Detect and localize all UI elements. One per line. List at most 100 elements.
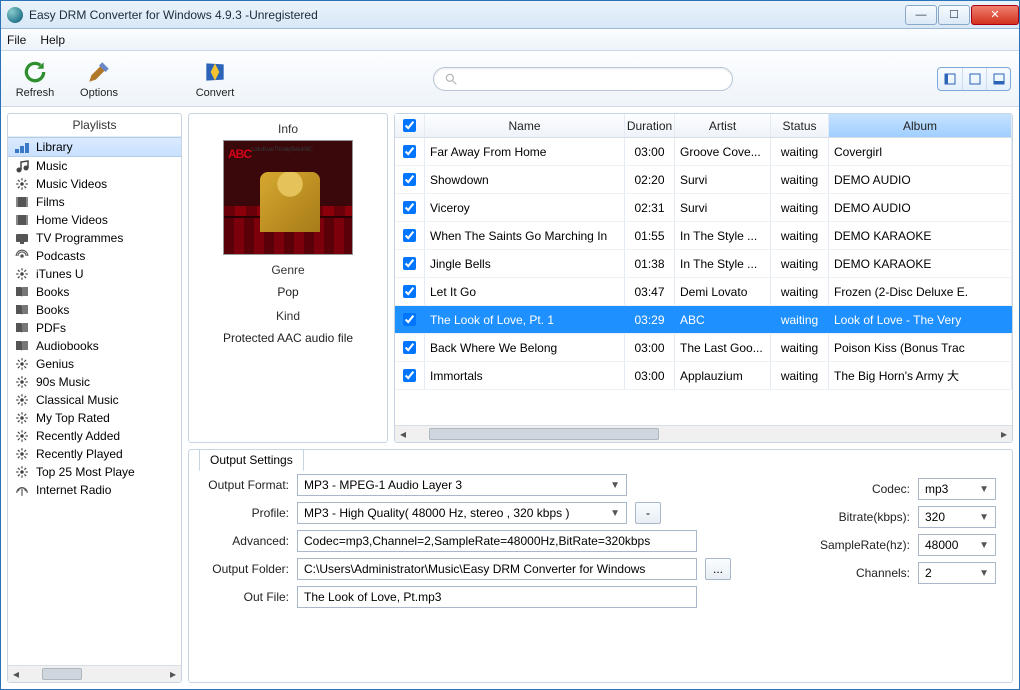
- cell-album: DEMO AUDIO: [829, 166, 1012, 193]
- select-all-checkbox[interactable]: [403, 119, 416, 132]
- menu-help[interactable]: Help: [40, 33, 65, 47]
- sidebar-item[interactable]: Podcasts: [8, 247, 181, 265]
- cell-artist: Groove Cove...: [675, 138, 771, 165]
- output-settings-group: Output Settings Output Format: MP3 - MPE…: [188, 449, 1013, 683]
- samplerate-select[interactable]: 48000▼: [918, 534, 996, 556]
- table-row[interactable]: Immortals03:00ApplauziumwaitingThe Big H…: [395, 362, 1012, 390]
- sidebar-item[interactable]: Home Videos: [8, 211, 181, 229]
- convert-button[interactable]: Convert: [189, 56, 241, 101]
- chevron-down-icon: ▼: [610, 480, 620, 491]
- advanced-input[interactable]: Codec=mp3,Channel=2,SampleRate=48000Hz,B…: [297, 530, 697, 552]
- cell-artist: Survi: [675, 194, 771, 221]
- browse-folder-button[interactable]: ...: [705, 558, 731, 580]
- table-row[interactable]: Showdown02:20SurviwaitingDEMO AUDIO: [395, 166, 1012, 194]
- table-row[interactable]: Viceroy02:31SurviwaitingDEMO AUDIO: [395, 194, 1012, 222]
- sidebar-item[interactable]: My Top Rated: [8, 409, 181, 427]
- column-header-artist[interactable]: Artist: [675, 114, 771, 137]
- options-button[interactable]: Options: [73, 56, 125, 101]
- column-header-checkbox[interactable]: [395, 114, 425, 137]
- row-checkbox[interactable]: [403, 173, 416, 186]
- library-icon: [14, 140, 30, 154]
- table-row[interactable]: The Look of Love, Pt. 103:29ABCwaitingLo…: [395, 306, 1012, 334]
- sidebar-item[interactable]: Books: [8, 301, 181, 319]
- convert-label: Convert: [196, 87, 235, 99]
- sidebar-item-label: Recently Played: [36, 447, 123, 461]
- body: Playlists LibraryMusicMusic VideosFilmsH…: [1, 107, 1019, 689]
- minimize-button[interactable]: —: [905, 5, 937, 25]
- sidebar-item[interactable]: Genius: [8, 355, 181, 373]
- sidebar-item[interactable]: Music: [8, 157, 181, 175]
- sidebar-item[interactable]: Films: [8, 193, 181, 211]
- gear-icon: [14, 267, 30, 281]
- channels-select[interactable]: 2▼: [918, 562, 996, 584]
- row-checkbox[interactable]: [403, 257, 416, 270]
- column-header-name[interactable]: Name: [425, 114, 625, 137]
- search-input[interactable]: [433, 67, 733, 91]
- sidebar-item[interactable]: Music Videos: [8, 175, 181, 193]
- output-folder-input[interactable]: C:\Users\Administrator\Music\Easy DRM Co…: [297, 558, 697, 580]
- cell-duration: 02:20: [625, 166, 675, 193]
- output-settings-tab[interactable]: Output Settings: [199, 449, 304, 471]
- row-checkbox[interactable]: [403, 285, 416, 298]
- menu-file[interactable]: File: [7, 33, 26, 47]
- table-row[interactable]: Back Where We Belong03:00The Last Goo...…: [395, 334, 1012, 362]
- sidebar-item[interactable]: 90s Music: [8, 373, 181, 391]
- view-bottom-panel-button[interactable]: [986, 68, 1010, 90]
- profile-select[interactable]: MP3 - High Quality( 48000 Hz, stereo , 3…: [297, 502, 627, 524]
- sidebar-item[interactable]: PDFs: [8, 319, 181, 337]
- column-header-album[interactable]: Album: [829, 114, 1012, 137]
- output-format-select[interactable]: MP3 - MPEG-1 Audio Layer 3▼: [297, 474, 627, 496]
- sidebar-item[interactable]: Library: [8, 137, 181, 157]
- sidebar-item[interactable]: Internet Radio: [8, 481, 181, 499]
- close-button[interactable]: ✕: [971, 5, 1019, 25]
- output-folder-label: Output Folder:: [201, 562, 297, 576]
- cell-album: The Big Horn's Army 大: [829, 362, 1012, 389]
- sidebar-item[interactable]: Books: [8, 283, 181, 301]
- sidebar-item[interactable]: TV Programmes: [8, 229, 181, 247]
- row-checkbox[interactable]: [403, 341, 416, 354]
- table-row[interactable]: When The Saints Go Marching In01:55In Th…: [395, 222, 1012, 250]
- cell-artist: Demi Lovato: [675, 278, 771, 305]
- cell-artist: ABC: [675, 306, 771, 333]
- sidebar-item[interactable]: Top 25 Most Playe: [8, 463, 181, 481]
- podcast-icon: [14, 249, 30, 263]
- view-center-button[interactable]: [962, 68, 986, 90]
- cell-duration: 03:00: [625, 138, 675, 165]
- sidebar-item[interactable]: Classical Music: [8, 391, 181, 409]
- sidebar-item[interactable]: Recently Added: [8, 427, 181, 445]
- cell-status: waiting: [771, 278, 829, 305]
- output-format-label: Output Format:: [201, 478, 297, 492]
- column-header-duration[interactable]: Duration: [625, 114, 675, 137]
- outfile-label: Out File:: [201, 590, 297, 604]
- maximize-button[interactable]: ☐: [938, 5, 970, 25]
- row-checkbox[interactable]: [403, 369, 416, 382]
- sidebar-item[interactable]: Recently Played: [8, 445, 181, 463]
- cell-artist: The Last Goo...: [675, 334, 771, 361]
- table-scrollbar[interactable]: ◂▸: [395, 425, 1012, 442]
- outfile-input[interactable]: The Look of Love, Pt.mp3: [297, 586, 697, 608]
- view-left-panel-button[interactable]: [938, 68, 962, 90]
- row-checkbox[interactable]: [403, 201, 416, 214]
- tv-icon: [14, 231, 30, 245]
- row-checkbox[interactable]: [403, 229, 416, 242]
- book-icon: [14, 303, 30, 317]
- sidebar-item[interactable]: Audiobooks: [8, 337, 181, 355]
- table-row[interactable]: Jingle Bells01:38In The Style ...waiting…: [395, 250, 1012, 278]
- table-row[interactable]: Far Away From Home03:00Groove Cove...wai…: [395, 138, 1012, 166]
- sidebar-item-label: Home Videos: [36, 213, 108, 227]
- table-row[interactable]: Let It Go03:47Demi LovatowaitingFrozen (…: [395, 278, 1012, 306]
- row-checkbox[interactable]: [403, 313, 416, 326]
- row-checkbox[interactable]: [403, 145, 416, 158]
- column-header-status[interactable]: Status: [771, 114, 829, 137]
- sidebar-scrollbar[interactable]: ◂▸: [8, 665, 181, 682]
- codec-select[interactable]: mp3▼: [918, 478, 996, 500]
- sidebar-item[interactable]: iTunes U: [8, 265, 181, 283]
- cell-name: Immortals: [425, 362, 625, 389]
- titlebar: Easy DRM Converter for Windows 4.9.3 -Un…: [1, 1, 1019, 29]
- gear-icon: [14, 411, 30, 425]
- refresh-button[interactable]: Refresh: [9, 56, 61, 101]
- cell-status: waiting: [771, 334, 829, 361]
- profile-remove-button[interactable]: -: [635, 502, 661, 524]
- sidebar-item-label: Books: [36, 285, 69, 299]
- bitrate-select[interactable]: 320▼: [918, 506, 996, 528]
